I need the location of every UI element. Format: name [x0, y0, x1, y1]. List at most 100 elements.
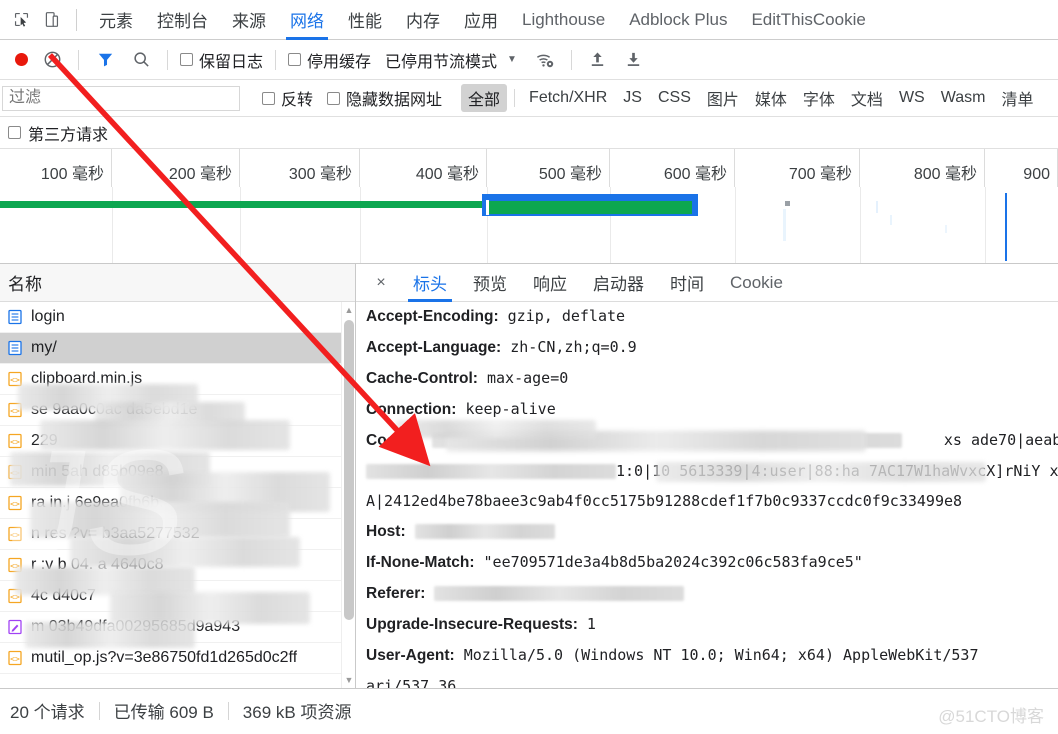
detail-tab--[interactable]: 预览: [460, 264, 520, 302]
tab-editthiscookie[interactable]: EditThisCookie: [739, 0, 877, 40]
headers-content[interactable]: Accept-Encoding: gzip, deflate Accept-Lan…: [356, 302, 1058, 688]
disable-cache-checkbox[interactable]: 停用缓存: [284, 48, 375, 72]
request-name: clipboard.min.js: [31, 370, 143, 387]
tab--[interactable]: 性能: [336, 0, 394, 40]
scrollbar-thumb[interactable]: [344, 320, 354, 620]
overview-selection[interactable]: [482, 194, 698, 216]
tab-lighthouse[interactable]: Lighthouse: [510, 0, 617, 40]
overview-faint-4: [945, 225, 947, 233]
detail-tab--[interactable]: 时间: [657, 264, 717, 302]
tab--[interactable]: 来源: [220, 0, 278, 40]
filter-type--[interactable]: 全部: [461, 84, 508, 112]
table-row[interactable]: <> r :v b 04. a 4640c8: [0, 550, 355, 581]
request-name: min 5ah d85b09e8: [31, 463, 164, 480]
request-name: n res ?v= b3aa5277532: [31, 525, 200, 542]
table-row[interactable]: <> se 9aa0c0ac da5ebd1e: [0, 395, 355, 426]
header-name: Cookie:: [366, 432, 423, 449]
header-value: max-age=0: [486, 369, 569, 387]
svg-text:<>: <>: [10, 375, 20, 384]
export-har-icon[interactable]: [619, 45, 649, 75]
filter-type-js[interactable]: JS: [616, 87, 649, 109]
header-line: Referer:: [366, 578, 1058, 609]
clear-button[interactable]: [37, 45, 67, 75]
invert-checkbox[interactable]: 反转: [258, 86, 317, 110]
redacted-value: [414, 524, 555, 539]
table-row[interactable]: login: [0, 302, 355, 333]
request-name: 4c d40c7: [31, 587, 96, 604]
filter-input[interactable]: [2, 85, 240, 111]
timeline-body[interactable]: [0, 187, 1058, 263]
close-icon[interactable]: ×: [368, 270, 394, 296]
status-bar: 20 个请求 已传输 609 B 369 kB 项资源: [0, 688, 1058, 732]
filter-type--[interactable]: 文档: [844, 84, 890, 112]
filter-type-css[interactable]: CSS: [651, 87, 698, 109]
invert-box[interactable]: [262, 91, 275, 105]
inspect-element-icon[interactable]: [6, 5, 36, 35]
document-icon: [7, 340, 23, 356]
third-party-box[interactable]: [8, 126, 21, 139]
svg-text:<>: <>: [10, 406, 20, 415]
tab--[interactable]: 元素: [87, 0, 145, 40]
filter-type--[interactable]: 媒体: [748, 84, 794, 112]
detail-tab-cookie[interactable]: Cookie: [717, 264, 796, 302]
chevron-down-icon[interactable]: ▼: [507, 54, 517, 65]
filter-type--[interactable]: 清单: [994, 84, 1040, 112]
filter-type-wasm[interactable]: Wasm: [934, 87, 993, 109]
filter-bar: 反转 隐藏数据网址 全部 Fetch/XHRJSCSS图片媒体字体文档WSWasm…: [0, 80, 1058, 117]
table-row[interactable]: <> ra in.j 6e9ea0fb6b.: [0, 488, 355, 519]
network-overview[interactable]: 100 毫秒 200 毫秒 300 毫秒 400 毫秒 500 毫秒 600 毫秒 700 …: [0, 149, 1058, 264]
search-icon[interactable]: [126, 45, 156, 75]
table-row[interactable]: <> 4c d40c7: [0, 581, 355, 612]
tab-adblock-plus[interactable]: Adblock Plus: [617, 0, 739, 40]
table-row[interactable]: <> n res ?v= b3aa5277532: [0, 519, 355, 550]
script-icon: <>: [7, 495, 23, 511]
tab--[interactable]: 控制台: [145, 0, 220, 40]
disable-cache-box[interactable]: [288, 53, 302, 66]
import-har-icon[interactable]: [583, 45, 613, 75]
header-line: Upgrade-Insecure-Requests: 1: [366, 609, 1058, 640]
table-row[interactable]: my/: [0, 333, 355, 364]
table-row[interactable]: <> clipboard.min.js: [0, 364, 355, 395]
header-value: 1:0|10 5613339|4:user|88:ha 7AC17W1haWvx…: [616, 462, 1058, 480]
record-button[interactable]: [8, 47, 34, 73]
hide-data-urls-checkbox[interactable]: 隐藏数据网址: [323, 86, 446, 110]
table-row[interactable]: <> 229: [0, 426, 355, 457]
detail-tabs: × 标头 预览 响应 启动器 时间 Cookie: [356, 264, 1058, 302]
preserve-log-checkbox[interactable]: 保留日志: [176, 48, 267, 72]
svg-text:<>: <>: [10, 530, 20, 539]
overview-dom-marker: [785, 201, 790, 206]
filter-icon[interactable]: [90, 45, 120, 75]
hide-data-urls-box[interactable]: [327, 91, 341, 105]
throttle-label[interactable]: 已停用节流模式: [385, 48, 497, 72]
filter-type-fetch-xhr[interactable]: Fetch/XHR: [522, 87, 614, 109]
detail-tab--[interactable]: 启动器: [580, 264, 657, 302]
svg-text:<>: <>: [10, 561, 20, 570]
tab--[interactable]: 网络: [278, 0, 336, 40]
devtools-window: 元素 控制台 来源 网络 性能 内存 应用 Lighthouse Adblock Plus Edi…: [0, 0, 1058, 734]
request-name: ra in.j 6e9ea0fb6b.: [31, 494, 164, 511]
filter-type--[interactable]: 图片: [700, 84, 746, 112]
overview-faint-2: [876, 201, 878, 213]
tab--[interactable]: 内存: [394, 0, 452, 40]
table-row[interactable]: <> mutil_op.js?v=3e86750fd1d265d0c2ff: [0, 643, 355, 674]
network-conditions-icon[interactable]: [530, 45, 560, 75]
request-list-header[interactable]: 名称: [0, 264, 355, 302]
detail-tab--[interactable]: 响应: [520, 264, 580, 302]
preserve-log-box[interactable]: [180, 53, 193, 66]
table-row[interactable]: m 03b49dfa00295685d9a943: [0, 612, 355, 643]
resource-type-filters: 全部 Fetch/XHR JS CSS 图片 媒体 字体 文档 WS Wasm 清单: [460, 84, 1041, 112]
request-list[interactable]: login my/ <> clipboard.min.js <> se 9aa0c0ac …: [0, 302, 355, 688]
table-row[interactable]: <> min 5ah d85b09e8: [0, 457, 355, 488]
third-party-label: 第三方请求: [28, 126, 109, 144]
toolbar-divider-4: [570, 49, 572, 70]
overview-faint-3: [890, 215, 892, 225]
tab--[interactable]: 应用: [452, 0, 510, 40]
header-line: 1:0|10 5613339|4:user|88:ha 7AC17W1haWvx…: [366, 456, 1058, 486]
scroll-up-icon[interactable]: ▲: [342, 302, 356, 318]
filter-type--[interactable]: 字体: [796, 84, 842, 112]
filter-type-ws[interactable]: WS: [892, 87, 932, 109]
list-scrollbar[interactable]: ▲ ▼: [341, 302, 355, 688]
detail-tab--[interactable]: 标头: [400, 264, 460, 302]
device-toolbar-icon[interactable]: [36, 5, 66, 35]
scroll-down-icon[interactable]: ▼: [342, 672, 356, 688]
